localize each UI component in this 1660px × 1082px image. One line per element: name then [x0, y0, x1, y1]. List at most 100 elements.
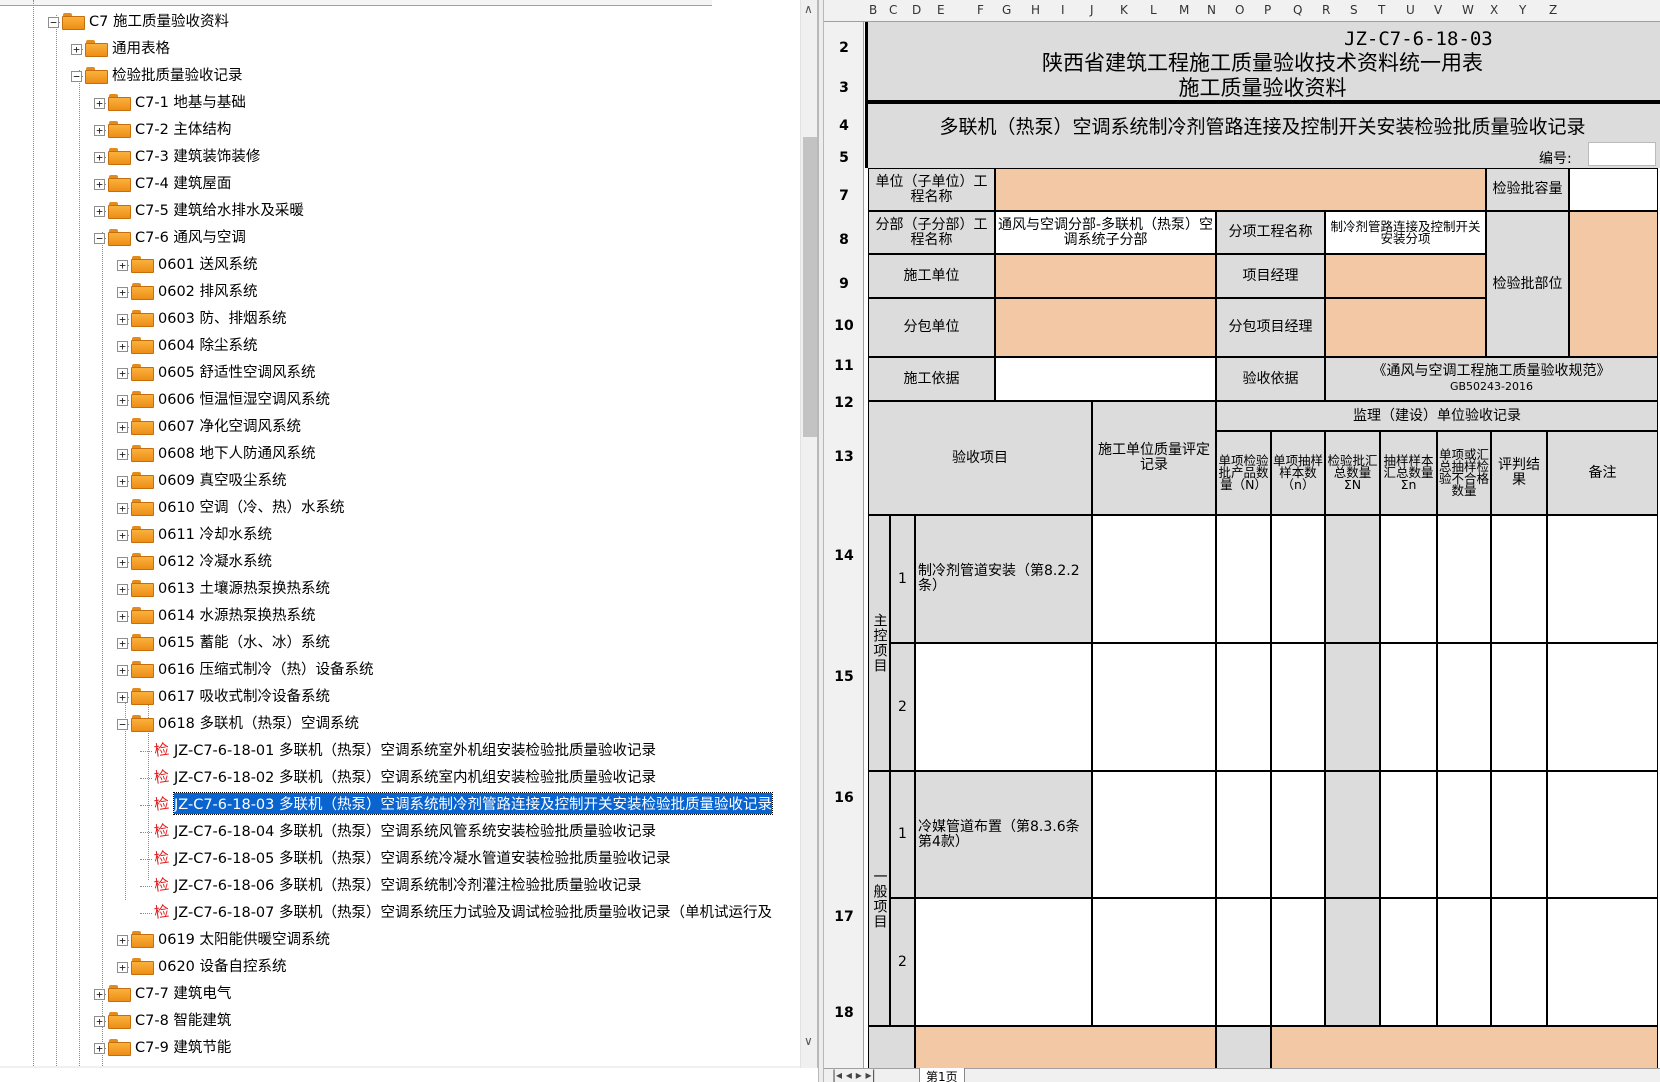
row-header[interactable]: 12 [824, 395, 864, 411]
main-item-2-label[interactable] [915, 643, 1092, 771]
expand-icon[interactable]: + [117, 368, 128, 379]
column-header[interactable]: T [1378, 3, 1385, 17]
tree-item[interactable]: 检 JZ-C7-6-18-05 多联机（热泵）空调系统冷凝水管道安装检验批质量验收… [153, 847, 671, 868]
inspection-cell[interactable] [1216, 898, 1271, 1026]
tree-item[interactable]: + C7-7 建筑电气 [94, 982, 231, 1002]
row-header[interactable]: 7 [824, 188, 864, 204]
column-header[interactable]: J [1090, 3, 1094, 17]
row-header[interactable]: 17 [824, 909, 864, 925]
expand-icon[interactable]: + [117, 260, 128, 271]
inspection-cell[interactable] [1092, 898, 1216, 1026]
column-header[interactable]: F [977, 3, 984, 17]
tree-item[interactable]: − C7 施工质量验收资料 [48, 10, 229, 30]
expand-icon[interactable]: + [94, 1016, 105, 1027]
expand-icon[interactable]: + [117, 530, 128, 541]
tree-item[interactable]: +0619 太阳能供暖空调系统 [117, 928, 330, 948]
row-header[interactable]: 9 [824, 276, 864, 292]
column-header[interactable]: V [1434, 3, 1442, 17]
batch-location-field[interactable] [1569, 211, 1658, 357]
inspection-cell[interactable] [1547, 771, 1658, 898]
inspection-cell[interactable] [1491, 515, 1547, 643]
sub-project-manager-field[interactable] [1325, 298, 1486, 357]
tree-item[interactable]: +0617 吸收式制冷设备系统 [117, 685, 330, 705]
tree-item[interactable]: +0620 设备自控系统 [117, 955, 287, 975]
tree-item[interactable]: +0610 空调（冷、热）水系统 [117, 496, 345, 516]
expand-icon[interactable]: + [117, 665, 128, 676]
scroll-right-icon[interactable]: › [785, 1065, 790, 1068]
inspection-cell[interactable] [1271, 515, 1325, 643]
expand-icon[interactable]: + [117, 503, 128, 514]
inspection-cell[interactable] [1437, 515, 1491, 643]
expand-icon[interactable]: + [117, 692, 128, 703]
expand-icon[interactable]: + [117, 935, 128, 946]
tree-item[interactable]: 检 JZ-C7-6-18-04 多联机（热泵）空调系统风管系统安装检验批质量验收记… [153, 820, 656, 841]
column-header[interactable]: P [1264, 3, 1271, 17]
row-header[interactable]: 8 [824, 232, 864, 248]
inspection-cell[interactable] [1380, 771, 1437, 898]
tree-item[interactable]: +0605 舒适性空调风系统 [117, 361, 316, 381]
inspection-cell[interactable] [1547, 643, 1658, 771]
tab-sheet1[interactable]: 第1页 [919, 1068, 965, 1082]
inspection-cell[interactable] [1491, 898, 1547, 1026]
inspection-cell[interactable] [1380, 643, 1437, 771]
column-header[interactable]: B [869, 3, 877, 17]
tree-horizontal-scrollbar[interactable]: › [0, 1065, 800, 1068]
tree-item[interactable]: +0609 真空吸尘系统 [117, 469, 287, 489]
scroll-up-icon[interactable]: ∧ [804, 2, 813, 16]
column-header[interactable]: M [1179, 3, 1189, 17]
expand-icon[interactable]: + [117, 611, 128, 622]
inspection-cell[interactable] [1547, 898, 1658, 1026]
collapse-icon[interactable]: − [94, 233, 105, 244]
tree-item[interactable]: +0611 冷却水系统 [117, 523, 272, 543]
tree-item[interactable]: + C7-4 建筑屋面 [94, 172, 231, 192]
column-header[interactable]: Q [1293, 3, 1302, 17]
expand-icon[interactable]: + [94, 152, 105, 163]
tab-nav-icon[interactable]: |◂ ◂ ▸ ▸| [832, 1068, 876, 1082]
row-header[interactable]: 14 [824, 548, 864, 564]
expand-icon[interactable]: + [117, 314, 128, 325]
column-header[interactable]: R [1322, 3, 1330, 17]
column-header[interactable]: N [1207, 3, 1216, 17]
inspection-cell[interactable] [1437, 643, 1491, 771]
expand-icon[interactable]: + [117, 449, 128, 460]
tree-item[interactable]: + C7-9 建筑节能 [94, 1036, 231, 1056]
tree-item[interactable]: 检 JZ-C7-6-18-07 多联机（热泵）空调系统压力试验及调试检验批质量验收… [153, 901, 772, 922]
inspection-cell[interactable] [1325, 643, 1380, 771]
column-header[interactable]: C [889, 3, 897, 17]
row-header[interactable]: 11 [824, 358, 864, 374]
tree-item[interactable]: − C7-6 通风与空调 [94, 226, 246, 246]
inspection-cell[interactable] [1491, 643, 1547, 771]
tree-item[interactable]: +0612 冷凝水系统 [117, 550, 272, 570]
inspection-cell[interactable] [1092, 771, 1216, 898]
tree-item[interactable]: 检 JZ-C7-6-18-06 多联机（热泵）空调系统制冷剂灌注检验批质量验收记录 [153, 874, 642, 895]
expand-icon[interactable]: + [94, 206, 105, 217]
inspection-cell[interactable] [1380, 515, 1437, 643]
tree-item[interactable]: +0604 除尘系统 [117, 334, 258, 354]
column-header[interactable]: K [1120, 3, 1128, 17]
collapse-icon[interactable]: − [48, 17, 59, 28]
row-header[interactable]: 5 [824, 150, 864, 166]
inspection-cell[interactable] [1271, 771, 1325, 898]
column-header[interactable]: H [1031, 3, 1040, 17]
expand-icon[interactable]: + [94, 179, 105, 190]
tree-item[interactable]: +0602 排风系统 [117, 280, 258, 300]
column-header[interactable]: L [1150, 3, 1157, 17]
row-header[interactable]: 16 [824, 790, 864, 806]
scroll-down-icon[interactable]: ∨ [804, 1034, 813, 1048]
expand-icon[interactable]: + [117, 341, 128, 352]
number-field[interactable] [1588, 142, 1656, 166]
inspection-cell[interactable] [1437, 771, 1491, 898]
column-header[interactable]: U [1406, 3, 1415, 17]
tree-item[interactable]: + C7-8 智能建筑 [94, 1009, 231, 1029]
row-header[interactable]: 2 [824, 40, 864, 56]
expand-icon[interactable]: + [117, 638, 128, 649]
expand-icon[interactable]: + [117, 962, 128, 973]
collapse-icon[interactable]: − [71, 71, 82, 82]
inspection-cell[interactable] [1216, 771, 1271, 898]
inspection-cell[interactable] [1325, 515, 1380, 643]
row-header[interactable]: 3 [824, 80, 864, 96]
inspection-cell[interactable] [1491, 771, 1547, 898]
column-header[interactable]: Y [1519, 3, 1526, 17]
collapse-icon[interactable]: − [117, 719, 128, 730]
tree-item[interactable]: + C7-2 主体结构 [94, 118, 231, 138]
